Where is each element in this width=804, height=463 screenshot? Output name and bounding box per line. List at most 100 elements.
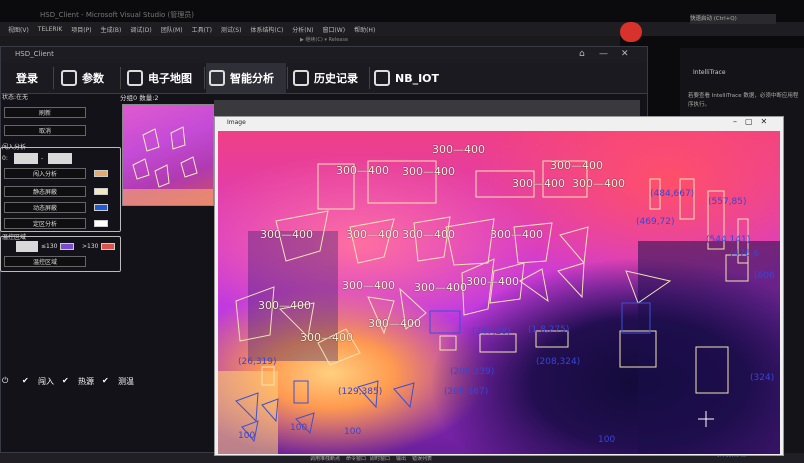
range-prefix: 0: xyxy=(2,155,8,162)
coordinate-label: (476,6 xyxy=(730,249,760,259)
range-label: 300—400 xyxy=(432,143,485,156)
thermal-overlay xyxy=(218,160,780,454)
vs-status-item[interactable]: 调用堆栈 xyxy=(310,455,330,462)
intellitrace-title: IntelliTrace xyxy=(693,69,726,76)
heat-toggle-label[interactable]: 热源 xyxy=(78,376,94,387)
vs-status-item[interactable]: 断点 xyxy=(330,455,340,462)
clipboard-icon xyxy=(61,70,77,86)
temp-toggle-label[interactable]: 测温 xyxy=(118,376,134,387)
vs-status-item[interactable]: 命令窗口 xyxy=(346,455,366,462)
coordinate-label: (208,367) xyxy=(444,387,489,397)
coordinate-label: 100 xyxy=(598,435,616,445)
vs-menu-item[interactable]: 调试(D) xyxy=(130,25,151,34)
quick-launch-input[interactable]: 快速启动 (Ctrl+Q) xyxy=(690,14,776,24)
vs-menu-item[interactable]: 体系结构(C) xyxy=(250,25,283,34)
app-menu-icon[interactable]: ⌂ xyxy=(579,49,585,59)
login-icon xyxy=(3,70,11,86)
vs-status-item[interactable]: 即时窗口 xyxy=(370,455,390,462)
entry-color-swatch[interactable] xyxy=(94,170,108,177)
document-icon xyxy=(293,70,309,86)
range-label: 300—400 xyxy=(346,228,399,241)
vs-menubar: 视图(V) TELERIK 项目(P) 生成(B) 调试(D) 团队(M) 工具(T) 测试(… xyxy=(0,22,804,36)
tab-label: 历史记录 xyxy=(314,72,358,85)
tab-label: 智能分析 xyxy=(230,72,274,85)
vs-menu-item[interactable]: 团队(M) xyxy=(161,25,183,34)
dynamic-color-swatch[interactable] xyxy=(94,204,108,211)
tab-login[interactable]: 登录 xyxy=(3,63,53,93)
range-label: 300—400 xyxy=(258,299,311,312)
range-label: 300—400 xyxy=(300,331,353,344)
range-dash: - xyxy=(41,155,44,162)
check-icon[interactable]: ✔ xyxy=(62,376,69,385)
tab-label: 登录 xyxy=(16,72,38,85)
bottom-toolbar: ⏻ ✔ 闯入 ✔ 热源 ✔ 测温 xyxy=(0,372,215,390)
entry-analysis-button[interactable]: 闯入分析 xyxy=(4,168,86,179)
coordinate-label: 100 xyxy=(344,427,362,437)
region-analysis-button[interactable]: 定区分析 xyxy=(4,218,86,229)
dynamic-mask-button[interactable]: 动态屏蔽 xyxy=(4,202,86,213)
home-icon[interactable] xyxy=(620,22,642,42)
vs-menu-item[interactable]: 生成(B) xyxy=(101,25,122,34)
coordinate-label: (606 xyxy=(754,271,775,281)
check-icon[interactable]: ✔ xyxy=(102,376,109,385)
temp-threshold-field[interactable] xyxy=(16,241,38,252)
power-icon[interactable]: ⏻ xyxy=(2,376,8,386)
preview-thumbnail[interactable] xyxy=(122,104,214,206)
vs-menu-item[interactable]: 分析(N) xyxy=(292,25,313,34)
tab-label: 参数 xyxy=(82,72,104,85)
range-label: 300—400 xyxy=(466,275,519,288)
coordinate-label: (469,72) xyxy=(636,217,675,227)
group-count-label: 分组0 数量:2 xyxy=(120,94,159,102)
refresh-button[interactable]: 刷新 xyxy=(4,107,86,118)
range-label: 300—400 xyxy=(402,228,455,241)
temp-le-swatch[interactable] xyxy=(60,243,74,250)
coordinate-label: 100 xyxy=(238,431,256,441)
image-window-controls[interactable]: –▢✕ xyxy=(733,117,775,126)
map-icon xyxy=(127,70,143,86)
check-icon[interactable]: ✔ xyxy=(22,376,29,385)
static-color-swatch[interactable] xyxy=(94,188,108,195)
range-label: 300—400 xyxy=(572,177,625,190)
close-icon[interactable]: ✕ xyxy=(621,49,629,59)
vs-menu-item[interactable]: 视图(V) xyxy=(8,25,29,34)
region-color-swatch[interactable] xyxy=(94,220,108,227)
tab-label: 电子地图 xyxy=(148,72,192,85)
entry-section-title: 闯入分析 xyxy=(2,144,27,151)
vs-menu-item[interactable]: 帮助(H) xyxy=(354,25,375,34)
tab-label: NB_IOT xyxy=(395,71,440,85)
range-label: 300—400 xyxy=(550,159,603,172)
range-label: 300—400 xyxy=(342,279,395,292)
range-start-field[interactable] xyxy=(14,153,38,164)
static-mask-button[interactable]: 静态屏蔽 xyxy=(4,186,86,197)
vs-menu-item[interactable]: 窗口(W) xyxy=(322,25,345,34)
vs-menu-item[interactable]: TELERIK xyxy=(38,26,62,33)
coordinate-label: (324) xyxy=(750,373,775,383)
range-end-field[interactable] xyxy=(48,153,72,164)
coordinate-label: (129,385) xyxy=(338,387,383,397)
minimize-icon[interactable]: — xyxy=(599,49,608,59)
tab-map[interactable]: 电子地图 xyxy=(127,63,203,93)
tab-history[interactable]: 历史记录 xyxy=(293,63,369,93)
vs-menu-item[interactable]: 项目(P) xyxy=(71,25,91,34)
app-nav: 登录 参数 电子地图 智能分析 历史记录 NB_IOT xyxy=(1,63,647,94)
vs-menu-item[interactable]: 测试(S) xyxy=(221,25,242,34)
vs-menu-item[interactable]: 工具(T) xyxy=(192,25,212,34)
coordinate-label: (26,319) xyxy=(238,357,277,367)
temp-gt-swatch[interactable] xyxy=(101,243,115,250)
app-titlebar: HSD_Client ⌂ — ✕ xyxy=(1,47,647,63)
tab-nb-iot[interactable]: NB_IOT xyxy=(374,63,446,93)
status-text: 状态:在无 xyxy=(2,94,29,101)
temp-control-button[interactable]: 温控区域 xyxy=(4,256,86,267)
tab-params[interactable]: 参数 xyxy=(61,63,119,93)
cancel-button[interactable]: 取消 xyxy=(4,125,86,136)
coordinate-label: 100 xyxy=(290,423,308,433)
coordinate-label: (208,324) xyxy=(536,357,581,367)
entry-toggle-label[interactable]: 闯入 xyxy=(38,376,54,387)
range-label: 300—400 xyxy=(490,228,543,241)
tab-smart-analysis[interactable]: 智能分析 xyxy=(206,63,286,93)
coordinate-label: (484,667) xyxy=(650,189,695,199)
coordinate-label: (1 8,275) xyxy=(528,325,570,335)
vs-status-item[interactable]: 错误列表 xyxy=(412,455,432,462)
temp-gt-label: >130 xyxy=(82,243,99,250)
vs-status-item[interactable]: 输出 xyxy=(396,455,406,462)
